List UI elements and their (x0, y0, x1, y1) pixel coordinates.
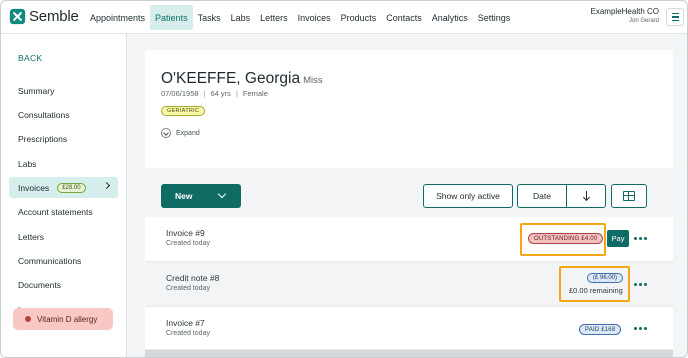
table-layout-icon (623, 191, 635, 201)
patient-dob: 07/06/1958 (161, 89, 199, 98)
nav-labs[interactable]: Labs (226, 5, 256, 30)
more-options-icon[interactable] (634, 283, 647, 286)
expand-button[interactable]: Expand (161, 128, 200, 138)
patient-title: Miss (303, 75, 323, 86)
account-org: ExampleHealth CO (590, 7, 659, 16)
sort-direction-button[interactable] (566, 184, 606, 208)
invoice-subtitle: Created today (166, 240, 210, 247)
sidebar-item-labs[interactable]: Labs (9, 153, 118, 174)
brand-name: Semble (29, 8, 79, 25)
invoice-subtitle: Created today (166, 330, 210, 337)
sidebar-item-letters[interactable]: Letters (9, 226, 118, 247)
invoice-balance-badge: £28.00 (57, 182, 86, 193)
nav-appointments[interactable]: Appointments (85, 5, 150, 30)
meta-divider: | (235, 89, 238, 98)
hamburger-menu-icon[interactable] (666, 8, 684, 26)
patient-meta: 07/06/1958 | 64 yrs | Female (161, 89, 268, 98)
arrow-down-icon (582, 191, 590, 201)
sidebar: BACK Summary Consultations Prescriptions… (1, 34, 127, 357)
sidebar-item-label: Letters (18, 231, 44, 242)
sidebar-item-consultations[interactable]: Consultations (9, 104, 118, 125)
sidebar-item-label: Consultations (18, 109, 70, 120)
patient-age: 64 yrs (210, 89, 231, 98)
invoice-title: Invoice #9 (166, 228, 205, 238)
highlight-box (559, 266, 630, 302)
app-logo[interactable]: Semble (9, 8, 79, 25)
new-button-label: New (175, 191, 193, 201)
nav-invoices[interactable]: Invoices (293, 5, 336, 30)
layout-toggle-button[interactable] (611, 184, 647, 208)
invoice-subtitle: Created today (166, 285, 210, 292)
list-footer-strip (145, 350, 673, 357)
status-badge: PAID £168 (579, 324, 622, 335)
nav-products[interactable]: Products (336, 5, 382, 30)
nav-tasks[interactable]: Tasks (193, 5, 226, 30)
patient-name-line: O'KEEFFE, Georgia Miss (161, 70, 323, 88)
patient-name: O'KEEFFE, Georgia (161, 70, 301, 87)
sidebar-item-label: Account statements (18, 206, 93, 217)
chevron-down-icon (217, 189, 227, 199)
nav-contacts[interactable]: Contacts (381, 5, 427, 30)
more-options-icon[interactable] (634, 237, 647, 240)
sidebar-item-prescriptions[interactable]: Prescriptions (9, 128, 118, 149)
account-info[interactable]: ExampleHealth CO Jon Gerard (591, 7, 659, 24)
sidebar-item-label: Summary (18, 85, 55, 96)
invoice-title: Credit note #8 (166, 273, 220, 283)
credit-remaining: £0.00 remaining (569, 286, 623, 295)
nav-settings[interactable]: Settings (473, 5, 516, 30)
sidebar-item-label: Communications (18, 255, 82, 266)
show-only-active-button[interactable]: Show only active (423, 184, 513, 208)
alert-icon (25, 316, 31, 322)
back-link[interactable]: BACK (18, 53, 42, 63)
nav-patients[interactable]: Patients (150, 5, 193, 30)
account-user: Jon Gerard (628, 18, 659, 24)
pay-button[interactable]: Pay (607, 230, 629, 247)
sidebar-item-account-statements[interactable]: Account statements (9, 201, 118, 222)
sidebar-item-label: Documents (18, 279, 61, 290)
meta-divider: | (203, 89, 206, 98)
sidebar-item-invoices[interactable]: Invoices £28.00 (9, 177, 118, 198)
allergy-alert[interactable]: Vitamin D allergy (13, 308, 113, 330)
top-bar: Semble Appointments Patients Tasks Labs … (1, 1, 687, 34)
invoice-title: Invoice #7 (166, 318, 205, 328)
expand-label: Expand (176, 129, 200, 137)
allergy-alert-label: Vitamin D allergy (37, 314, 98, 324)
patient-tag: GERIATRIC (161, 106, 206, 116)
main-nav: Appointments Patients Tasks Labs Letters… (85, 5, 515, 30)
chevron-right-icon (102, 181, 111, 190)
sidebar-item-label: Prescriptions (18, 133, 68, 144)
semble-logo-icon (9, 8, 26, 25)
nav-letters[interactable]: Letters (255, 5, 293, 30)
sort-date-button[interactable]: Date (517, 184, 567, 208)
status-badge: OUTSTANDING £4.00 (528, 233, 604, 244)
patient-sex: Female (242, 89, 268, 98)
credit-amount-badge: (£ 96.00) (587, 273, 624, 283)
sidebar-item-label: Labs (18, 158, 37, 169)
nav-analytics[interactable]: Analytics (427, 5, 473, 30)
sidebar-item-summary[interactable]: Summary (9, 80, 118, 101)
app-window: Semble Appointments Patients Tasks Labs … (0, 0, 688, 358)
chevron-down-circle-icon (161, 128, 171, 138)
sidebar-item-label: Invoices (18, 182, 50, 193)
sidebar-item-documents[interactable]: Documents (9, 274, 118, 295)
sidebar-item-communications[interactable]: Communications (9, 250, 118, 271)
new-button[interactable]: New (161, 184, 241, 208)
patient-header-card: O'KEEFFE, Georgia Miss 07/06/1958 | 64 yrs |… (145, 50, 673, 168)
more-options-icon[interactable] (634, 327, 647, 330)
